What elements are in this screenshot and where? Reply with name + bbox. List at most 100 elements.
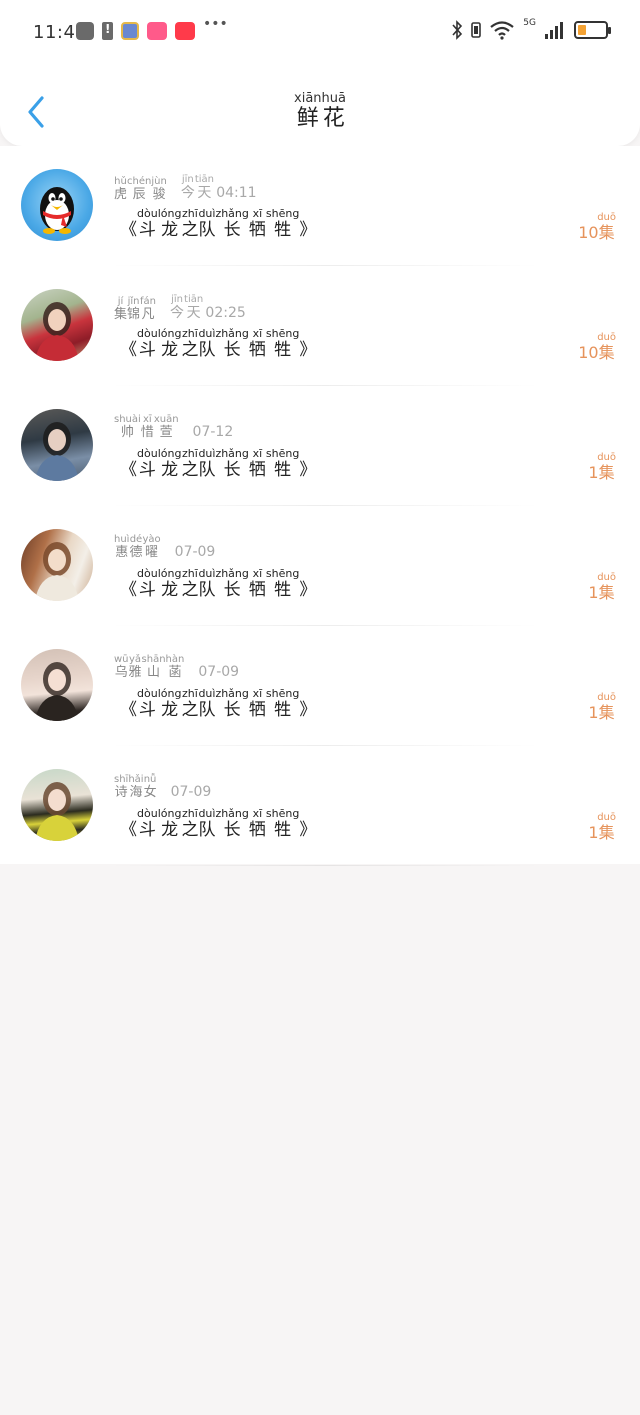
book-title-pinyin: zhǎng [215,207,249,220]
avatar[interactable] [21,649,93,721]
user-name-char: 女nǚ [143,774,157,800]
book-title-char: 之zhī [181,327,198,360]
book-title[interactable]: 《斗dòu龙lóng之zhī队duì长zhǎng牺xī牲shēng》 [120,447,316,480]
avatar[interactable] [21,409,93,481]
user-name-char: 锦jǐn [127,296,140,322]
episode-count-unit-hanzi: 集 [597,583,616,602]
list-item[interactable]: 诗shī海hǎi女nǚ 07-09 《斗dòu龙lóng之zhī队duì长zhǎng… [0,746,640,866]
book-title-hanzi: 》 [299,340,317,360]
book-title-char: 牲shēng [265,327,300,360]
wifi-icon [490,21,514,40]
book-title-char: 龙lóng [157,447,182,480]
page-title-hanzi: 鲜 [294,106,322,131]
list-item[interactable]: 乌wū雅yǎ山shān菡hàn 07-09 《斗dòu龙lóng之zhī队duì长z… [0,626,640,746]
episode-list: 虎hǔ辰chén骏jùn 今jīn天tiān 04:11 《斗dòu龙lóng之zh… [0,146,640,866]
book-title-char: 之zhī [181,807,198,840]
book-title-hanzi: 牲 [265,460,300,480]
user-name[interactable]: 帅shuài惜xī萱xuān [114,414,179,440]
post-time: 今jīn天tiān 04:11 [181,174,257,202]
book-title-char: 长zhǎng [215,807,248,840]
book-title-char: 《 [120,460,137,480]
list-item[interactable]: 集jí锦jǐn凡fán 今jīn天tiān 02:25 《斗dòu龙lóng之zhī… [0,266,640,386]
user-name-hanzi: 女 [143,785,157,800]
episode-count-unit-pinyin: duō [597,332,616,343]
user-name-char: 辰chén [127,176,151,202]
book-title-char: 牺xī [249,807,266,840]
user-name-hanzi: 曜 [142,545,161,560]
book-title-char: 队duì [198,207,215,240]
book-title-hanzi: 队 [198,700,216,720]
user-name[interactable]: 虎hǔ辰chén骏jùn [114,176,167,202]
book-title-hanzi: 龙 [157,340,182,360]
user-name-pinyin: yào [142,534,161,545]
user-name-char: 乌wū [114,654,129,680]
book-title-hanzi: 斗 [137,700,158,720]
book-title-char: 》 [299,460,316,480]
book-title-pinyin: zhǎng [215,567,249,580]
avatar[interactable] [21,529,93,601]
user-name-pinyin: shī [114,774,129,785]
user-name-char: 萱xuān [153,414,179,440]
user-name-char: 惜xī [140,414,154,440]
book-title-hanzi: 牲 [265,700,300,720]
user-name-pinyin: chén [127,176,152,187]
status-right-icons: 5G [451,18,611,40]
book-title[interactable]: 《斗dòu龙lóng之zhī队duì长zhǎng牺xī牲shēng》 [120,207,316,240]
post-time-hanzi: 天 [184,305,204,321]
post-time-pinyin: tiān [184,294,204,305]
episode-count-unit-pinyin: duō [597,812,616,823]
book-title-char: 长zhǎng [215,447,248,480]
book-title-char: 牲shēng [266,207,299,240]
book-title-pinyin: zhī [181,327,199,340]
post-time: 07-12 [193,424,234,440]
alert-icon [102,22,113,40]
avatar[interactable] [21,769,93,841]
episode-count-unit: 集duō [597,452,616,482]
user-name[interactable]: 乌wū雅yǎ山shān菡hàn [114,654,184,680]
user-name[interactable]: 诗shī海hǎi女nǚ [114,774,157,800]
book-title-hanzi: 牲 [265,580,300,600]
book-title-hanzi: 长 [215,340,249,360]
book-title-hanzi: 》 [299,580,317,600]
book-title[interactable]: 《斗dòu龙lóng之zhī队duì长zhǎng牺xī牲shēng》 [120,327,317,360]
book-title[interactable]: 《斗dòu龙lóng之zhī队duì长zhǎng牺xī牲shēng》 [120,807,316,840]
episode-count: 10集duō [578,332,616,363]
book-title-pinyin: dòu [137,807,158,820]
book-title-char: 》 [299,820,316,840]
book-title[interactable]: 《斗dòu龙lóng之zhī队duì长zhǎng牺xī牲shēng》 [120,687,316,720]
user-name-pinyin: xuān [153,414,179,425]
user-name-pinyin: shān [141,654,166,665]
user-name-hanzi: 德 [129,545,143,560]
book-title-pinyin: xī [248,687,266,700]
list-item[interactable]: 惠huì德dé曜yào 07-09 《斗dòu龙lóng之zhī队duì长zhǎng… [0,506,640,626]
book-title-char: 牲shēng [265,567,300,600]
episode-count-unit: 集duō [597,812,616,842]
book-title-hanzi: 龙 [157,460,182,480]
episode-count-number: 10 [578,223,599,242]
list-item[interactable]: 虎hǔ辰chén骏jùn 今jīn天tiān 04:11 《斗dòu龙lóng之zh… [0,146,640,266]
user-name[interactable]: 集jí锦jǐn凡fán [114,296,156,322]
book-title-char: 队duì [198,327,215,360]
book-title-hanzi: 《 [120,340,137,360]
post-time: 07-09 [198,664,239,680]
book-title[interactable]: 《斗dòu龙lóng之zhī队duì长zhǎng牺xī牲shēng》 [120,567,317,600]
book-title-pinyin: dòu [137,567,158,580]
book-title-char: 《 [120,580,137,600]
list-item[interactable]: 帅shuài惜xī萱xuān 07-12 《斗dòu龙lóng之zhī队duì长zh… [0,386,640,506]
book-title-hanzi: 龙 [157,820,182,840]
post-time-text: 02:25 [205,305,246,321]
user-name-hanzi: 雅 [128,665,142,680]
episode-count-unit: 集duō [597,332,616,362]
page-title-pinyin: huā [321,91,346,106]
user-name-hanzi: 萱 [153,425,179,440]
book-title-pinyin: zhī [181,807,199,820]
user-name-hanzi: 惜 [140,425,154,440]
book-title-hanzi: 牲 [265,340,300,360]
user-name-hanzi: 帅 [114,425,141,440]
page-title-pinyin: xiān [294,91,322,106]
book-title-pinyin: dòu [137,327,158,340]
user-name-char: 山shān [142,654,166,680]
penguin-avatar[interactable] [21,169,93,241]
user-name[interactable]: 惠huì德dé曜yào [114,534,161,560]
avatar[interactable] [21,289,93,361]
